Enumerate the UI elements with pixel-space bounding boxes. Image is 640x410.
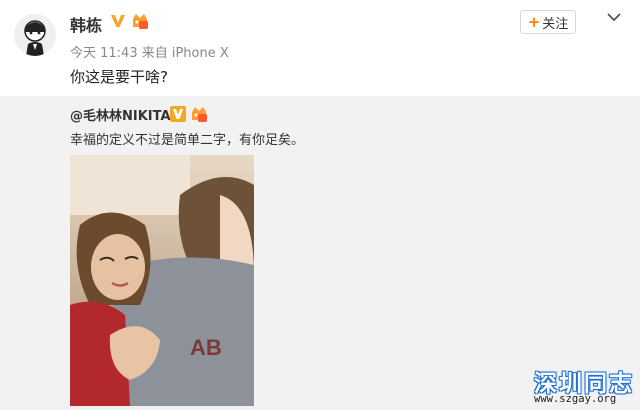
repost-photo[interactable]: AB bbox=[70, 155, 254, 406]
vip-crown-icon bbox=[133, 14, 148, 29]
watermark-url: www.szgay.org bbox=[534, 393, 617, 405]
verified-v-icon bbox=[170, 106, 186, 122]
avatar-image bbox=[14, 14, 56, 56]
verified-v-icon bbox=[111, 15, 125, 27]
repost-author[interactable]: @毛林林NIKITA bbox=[70, 105, 171, 124]
repost-card: @毛林林NIKITA 幸福的定义不过是简单二字，有你足矣。 AB bbox=[0, 96, 640, 410]
plus-icon: + bbox=[527, 13, 541, 31]
svg-text:AB: AB bbox=[190, 335, 222, 360]
repost-text: 幸福的定义不过是简单二字，有你足矣。 bbox=[70, 133, 305, 148]
chevron-down-icon[interactable] bbox=[603, 8, 625, 28]
username[interactable]: 韩栋 bbox=[70, 12, 102, 36]
avatar[interactable] bbox=[14, 14, 56, 56]
photo-illustration: AB bbox=[70, 155, 254, 406]
vip-crown-icon bbox=[192, 107, 207, 122]
follow-button[interactable]: + 关注 bbox=[520, 10, 576, 34]
post-header: 韩栋 今天 11:43 来自 iPhone X 你这是要干啥? + 关注 bbox=[0, 0, 640, 96]
follow-label: 关注 bbox=[542, 16, 569, 32]
post-text: 你这是要干啥? bbox=[70, 68, 168, 86]
post-meta: 今天 11:43 来自 iPhone X bbox=[70, 46, 229, 61]
